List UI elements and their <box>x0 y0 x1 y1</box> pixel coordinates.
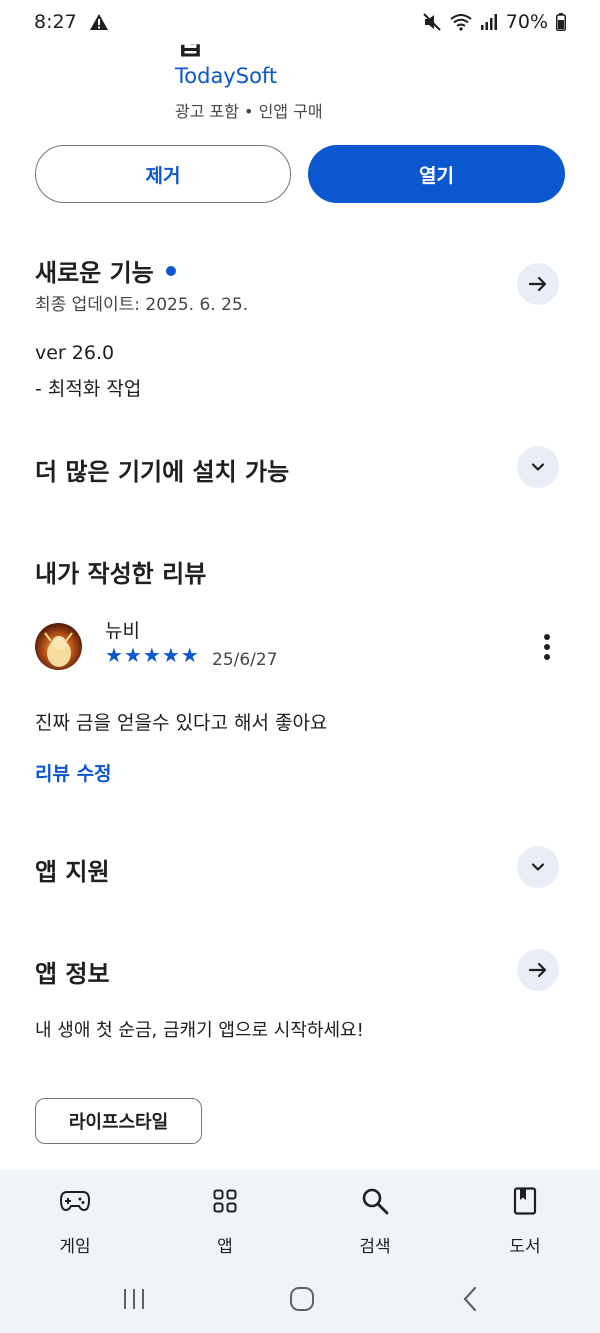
update-note: - 최적화 작업 <box>35 378 142 400</box>
nav-item-search[interactable]: 검색 <box>300 1170 450 1263</box>
book-icon <box>513 1186 537 1216</box>
app-header: 앱 TodaySoft 광고 포함 • 인앱 구매 <box>0 44 600 124</box>
battery-percent: 70% <box>505 11 548 33</box>
signal-icon <box>480 13 498 31</box>
last-updated: 최종 업데이트: 2025. 6. 25. <box>35 295 249 315</box>
recents-button[interactable] <box>114 1285 154 1313</box>
chevron-down-icon <box>528 457 548 477</box>
nav-label: 앱 <box>217 1237 233 1257</box>
mute-icon <box>422 13 442 31</box>
home-icon <box>289 1286 315 1312</box>
arrow-right-icon <box>527 959 549 981</box>
app-title: 앱 <box>175 44 215 58</box>
arrow-right-icon <box>527 273 549 295</box>
nav-label: 게임 <box>59 1237 91 1257</box>
avatar <box>35 623 82 670</box>
review-text: 진짜 금을 얻을수 있다고 해서 좋아요 <box>35 712 328 734</box>
category-chip[interactable]: 라이프스타일 <box>35 1098 202 1144</box>
nav-item-apps[interactable]: 앱 <box>150 1170 300 1263</box>
app-support-expand-button[interactable] <box>517 846 559 888</box>
app-meta: 광고 포함 • 인앱 구매 <box>175 102 323 121</box>
version-text: ver 26.0 <box>35 342 115 364</box>
warning-icon <box>89 13 109 31</box>
open-button[interactable]: 열기 <box>308 145 565 203</box>
apps-grid-icon <box>213 1186 237 1216</box>
star-rating: ★ ★ ★ ★ ★ <box>105 645 199 665</box>
new-indicator-dot <box>165 266 176 276</box>
more-devices-expand-button[interactable] <box>517 446 559 488</box>
uninstall-button[interactable]: 제거 <box>35 145 291 203</box>
developer-link[interactable]: TodaySoft <box>175 64 277 88</box>
app-description: 내 생애 첫 순금, 금캐기 앱으로 시작하세요! <box>35 1020 364 1041</box>
star-icon: ★ <box>161 643 180 667</box>
chevron-down-icon <box>528 857 548 877</box>
more-vert-icon <box>543 634 551 660</box>
reviewer-name: 뉴비 <box>105 620 140 642</box>
battery-icon <box>556 13 566 31</box>
my-review-heading: 내가 작성한 리뷰 <box>35 560 207 588</box>
nav-label: 검색 <box>359 1237 391 1257</box>
app-info-heading[interactable]: 앱 정보 <box>35 954 110 989</box>
review-date: 25/6/27 <box>212 650 278 670</box>
nav-item-games[interactable]: 게임 <box>0 1170 150 1263</box>
review-more-button[interactable] <box>532 630 562 664</box>
whats-new-heading[interactable]: 새로운 기능 <box>35 253 176 288</box>
bottom-nav: 게임 앱 검색 도서 <box>0 1170 600 1263</box>
more-devices-heading[interactable]: 더 많은 기기에 설치 가능 <box>35 452 289 487</box>
status-bar: 8:27 70% <box>0 0 600 44</box>
search-icon <box>361 1186 389 1216</box>
back-icon <box>461 1286 479 1312</box>
home-button[interactable] <box>282 1285 322 1313</box>
star-icon: ★ <box>142 643 161 667</box>
gamepad-icon <box>60 1186 90 1216</box>
nav-label: 도서 <box>509 1237 541 1257</box>
app-info-arrow-button[interactable] <box>517 949 559 991</box>
star-icon: ★ <box>123 643 142 667</box>
edit-review-link[interactable]: 리뷰 수정 <box>35 759 112 786</box>
star-icon: ★ <box>180 643 199 667</box>
wifi-icon <box>450 13 472 31</box>
whats-new-arrow-button[interactable] <box>517 263 559 305</box>
status-time: 8:27 <box>34 11 77 33</box>
nav-item-books[interactable]: 도서 <box>450 1170 600 1263</box>
system-nav-bar <box>0 1263 600 1333</box>
recents-icon <box>121 1287 147 1311</box>
star-icon: ★ <box>105 643 123 667</box>
app-support-heading[interactable]: 앱 지원 <box>35 852 110 887</box>
back-button[interactable] <box>450 1285 490 1313</box>
